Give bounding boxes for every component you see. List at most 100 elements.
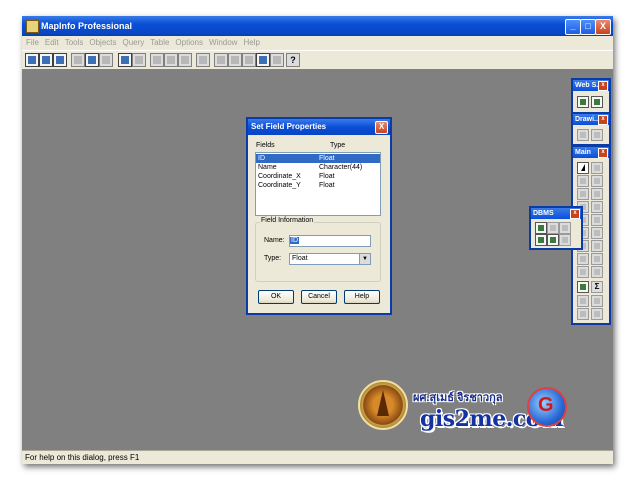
new-mapper-icon[interactable] (228, 53, 242, 67)
status-text: For help on this dialog, press F1 (25, 453, 140, 462)
dbms-refresh-icon[interactable] (547, 222, 559, 234)
menu-options[interactable]: Options (172, 36, 206, 50)
paste-icon[interactable] (178, 53, 192, 67)
screenshot-frame: MapInfo Professional _ □ X File Edit Tools… (22, 16, 613, 464)
set-target-icon[interactable] (591, 295, 603, 307)
fields-list[interactable]: ID Float Name Character(44) Coordinate_X… (255, 152, 381, 216)
geocode-icon[interactable] (591, 96, 603, 108)
university-seal-logo (358, 380, 408, 430)
name-input[interactable]: ID (289, 235, 371, 247)
app-title: MapInfo Professional (41, 21, 133, 31)
line-tool-icon[interactable] (577, 129, 589, 141)
boundary-select-icon[interactable] (577, 188, 589, 200)
dialog-title: Set Field Properties (251, 122, 327, 131)
dbms-open-table-icon[interactable] (535, 234, 547, 246)
copy-icon[interactable] (164, 53, 178, 67)
open-icon[interactable] (39, 53, 53, 67)
app-title-bar: MapInfo Professional _ □ X (22, 16, 613, 36)
palette-title-bar: Web S... x (573, 80, 609, 91)
palette-title-bar: Main x (573, 147, 609, 158)
menu-help[interactable]: Help (240, 36, 262, 50)
menu-objects[interactable]: Objects (86, 36, 119, 50)
layer-control-icon[interactable] (591, 253, 603, 265)
field-row[interactable]: Coordinate_X Float (256, 172, 380, 181)
field-information-group: Field Information Name: ID Type: Float ▼ (255, 217, 381, 282)
menu-table[interactable]: Table (147, 36, 172, 50)
radius-select-icon[interactable] (577, 175, 589, 187)
maximize-button[interactable]: □ (580, 19, 596, 35)
standard-toolbar: ? (22, 50, 613, 70)
print-icon[interactable] (99, 53, 113, 67)
dbms-close-connection-icon[interactable] (559, 222, 571, 234)
field-information-title: Field Information (260, 217, 315, 224)
scale-bar-icon[interactable] (577, 308, 589, 320)
new-grapher-icon[interactable] (242, 53, 256, 67)
polygon-select-icon[interactable] (591, 175, 603, 187)
hotlink-icon[interactable] (591, 227, 603, 239)
menu-window[interactable]: Window (206, 36, 240, 50)
ruler-icon[interactable] (577, 253, 589, 265)
marquee-select-icon[interactable] (591, 162, 603, 174)
globe-logo: G (527, 387, 567, 427)
cut-icon[interactable] (150, 53, 164, 67)
save-icon[interactable] (71, 53, 85, 67)
palette-close-icon[interactable]: x (570, 209, 580, 219)
dialog-close-button[interactable]: X (375, 121, 388, 134)
grabber-icon[interactable] (591, 214, 603, 226)
minimize-button[interactable]: _ (565, 19, 581, 35)
zoom-out-icon[interactable] (591, 201, 603, 213)
field-row[interactable]: ID Float (256, 154, 380, 163)
dialog-title-bar: Set Field Properties X (248, 119, 390, 135)
dbms-connection-icon[interactable] (535, 222, 547, 234)
type-column-header: Type (330, 142, 346, 149)
undo-icon[interactable] (196, 53, 210, 67)
palette-title-bar: DBMS x (531, 208, 581, 219)
legend-icon[interactable] (577, 266, 589, 278)
dbms-palette: DBMS x (529, 206, 583, 250)
palette-close-icon[interactable]: x (598, 115, 608, 125)
palette-close-icon[interactable]: x (598, 81, 608, 91)
clip-region-icon[interactable] (577, 295, 589, 307)
palette-title-bar: Drawi... x (573, 114, 609, 125)
select-arrow-icon[interactable] (577, 162, 589, 174)
palette-close-icon[interactable]: x (598, 148, 608, 158)
field-row[interactable]: Name Character(44) (256, 163, 380, 172)
field-row[interactable]: Coordinate_Y Float (256, 181, 380, 190)
status-bar: For help on this dialog, press F1 (22, 450, 613, 464)
web-service-icon[interactable] (577, 96, 589, 108)
menu-tools[interactable]: Tools (62, 36, 87, 50)
type-label: Type: (264, 255, 282, 262)
north-arrow-icon[interactable] (591, 308, 603, 320)
new-redistrict-icon[interactable] (270, 53, 284, 67)
polyline-tool-icon[interactable] (591, 129, 603, 141)
statistics-icon[interactable] (591, 266, 603, 278)
dbms-make-mappable-icon[interactable] (559, 234, 571, 246)
cancel-button[interactable]: Cancel (301, 290, 337, 304)
fields-column-header: Fields (256, 142, 275, 149)
close-button[interactable]: X (595, 19, 611, 35)
name-label: Name: (264, 237, 285, 244)
web-services-palette: Web S... x (571, 78, 611, 114)
menu-query[interactable]: Query (120, 36, 148, 50)
new-layout-icon[interactable] (256, 53, 270, 67)
dbms-unlink-icon[interactable] (547, 234, 559, 246)
open-workspace-icon[interactable] (53, 53, 67, 67)
new-icon[interactable] (25, 53, 39, 67)
new-browser-icon[interactable] (214, 53, 228, 67)
unselect-icon[interactable] (591, 188, 603, 200)
browse-icon[interactable] (132, 53, 146, 67)
mapinfo-app-icon (26, 20, 39, 33)
help-button[interactable]: Help (344, 290, 380, 304)
chevron-down-icon[interactable]: ▼ (359, 254, 370, 264)
ok-button[interactable]: OK (258, 290, 294, 304)
help-pointer-icon[interactable]: ? (286, 53, 300, 67)
map-window-icon[interactable] (118, 53, 132, 67)
menu-file[interactable]: File (22, 36, 42, 50)
sigma-statistics-icon[interactable]: Σ (591, 281, 603, 293)
set-field-properties-dialog: Set Field Properties X Fields Type ID Fl… (246, 117, 392, 315)
type-dropdown[interactable]: Float ▼ (289, 253, 371, 265)
show-legend-icon[interactable] (577, 281, 589, 293)
save-workspace-icon[interactable] (85, 53, 99, 67)
drag-map-icon[interactable] (591, 240, 603, 252)
menu-edit[interactable]: Edit (42, 36, 62, 50)
